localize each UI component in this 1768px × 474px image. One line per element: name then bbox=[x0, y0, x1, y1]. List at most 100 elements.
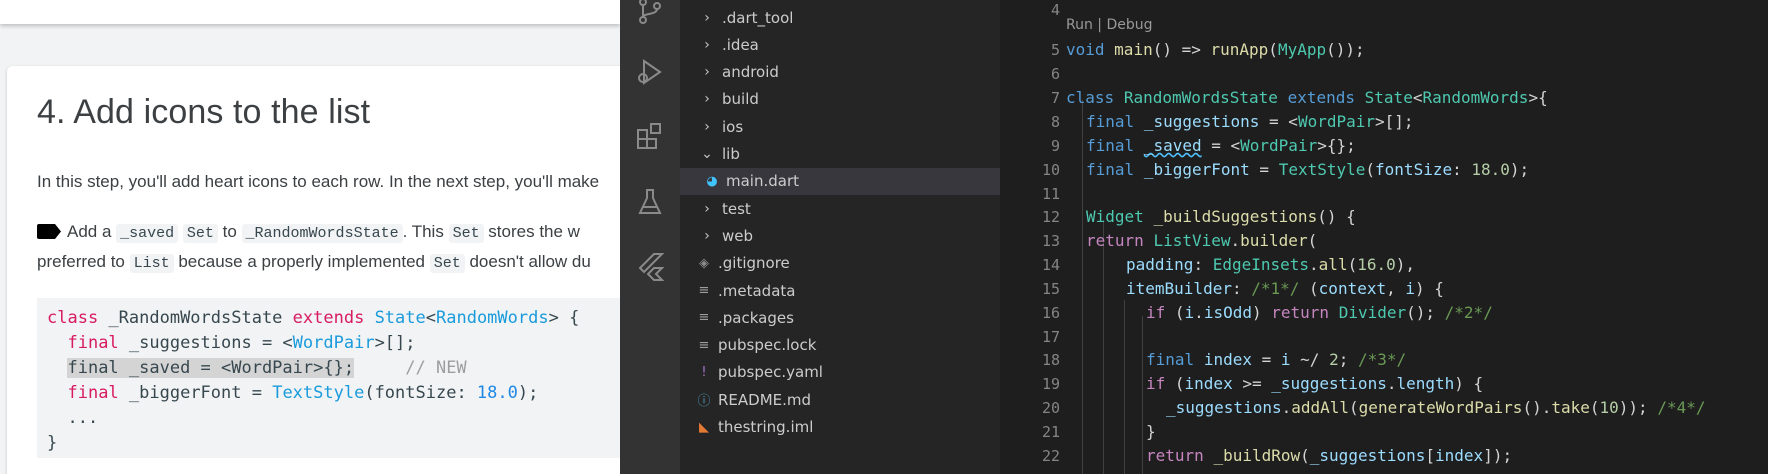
tree-item[interactable]: › .idea bbox=[680, 31, 1000, 58]
tree-item[interactable]: ≡ .packages bbox=[680, 304, 1000, 331]
instruction-paragraph: Add a _saved Set to _RandomWordsState. T… bbox=[37, 220, 580, 246]
source-control-icon[interactable] bbox=[634, 0, 666, 28]
tree-item-label: .dart_tool bbox=[722, 8, 794, 27]
tree-item-label: ios bbox=[722, 117, 744, 136]
chevron-right-icon: › bbox=[704, 36, 710, 53]
inline-code: Set bbox=[448, 224, 484, 243]
tree-item[interactable]: › ios bbox=[680, 113, 1000, 140]
tree-item-label: .metadata bbox=[718, 281, 796, 300]
code-line-19: if (index >= _suggestions.length) { bbox=[1146, 374, 1484, 393]
inline-code: Set bbox=[182, 224, 218, 243]
line-number: 21 bbox=[1041, 423, 1060, 441]
code-line: } bbox=[47, 433, 58, 453]
code-line-10: final _biggerFont = TextStyle(fontSize: … bbox=[1086, 160, 1530, 179]
tree-item[interactable]: ≡ pubspec.lock bbox=[680, 332, 1000, 359]
code-line-15: itemBuilder: /*1*/ (context, i) { bbox=[1126, 279, 1444, 298]
code-line-20: _suggestions.addAll(generateWordPairs().… bbox=[1166, 398, 1706, 417]
line-number: 12 bbox=[1041, 208, 1060, 226]
indent-guide bbox=[1082, 100, 1083, 474]
inline-code: Set bbox=[429, 254, 465, 273]
instruction-paragraph-continued: preferred to List because a properly imp… bbox=[37, 252, 591, 273]
tree-item[interactable]: ◈ .gitignore bbox=[680, 250, 1000, 277]
tree-item-label: .packages bbox=[718, 308, 794, 327]
text-file-icon: ≡ bbox=[698, 283, 710, 298]
line-number: 15 bbox=[1041, 280, 1060, 298]
line-number: 7 bbox=[1050, 89, 1060, 107]
code-line-14: padding: EdgeInsets.all(16.0), bbox=[1126, 255, 1416, 274]
indent-guide bbox=[1124, 300, 1125, 474]
git-file-icon: ◈ bbox=[699, 255, 709, 271]
flutter-icon[interactable] bbox=[634, 250, 666, 282]
code-snippet: class _RandomWordsState extends State<Ra… bbox=[37, 298, 620, 458]
line-number: 10 bbox=[1041, 161, 1060, 179]
code-line: class _RandomWordsState extends State<Ra… bbox=[47, 308, 580, 328]
run-debug-icon[interactable] bbox=[634, 56, 666, 88]
text-file-icon: ≡ bbox=[698, 337, 710, 353]
line-number: 8 bbox=[1050, 113, 1060, 131]
code-line-9: final _saved = <WordPair>{}; bbox=[1086, 136, 1356, 155]
tree-item-label: build bbox=[722, 90, 759, 109]
info-file-icon: ⓘ bbox=[697, 394, 711, 410]
code-line-22: return _buildRow(_suggestions[index]); bbox=[1146, 446, 1513, 465]
code-line-18: final index = i ~/ 2; /*3*/ bbox=[1146, 350, 1407, 369]
file-explorer: › .dart_tool › .idea › android › build › ios ⌄ lib ◕… bbox=[680, 0, 1000, 474]
activity-bar bbox=[620, 0, 680, 474]
tree-item[interactable]: › web bbox=[680, 222, 1000, 249]
codelens-run-debug[interactable]: Run | Debug bbox=[1066, 17, 1153, 33]
line-number: 20 bbox=[1041, 399, 1060, 417]
tree-item[interactable]: ⓘ README.md bbox=[680, 386, 1000, 413]
code-line-5: void main() => runApp(MyApp()); bbox=[1066, 40, 1365, 59]
tree-item[interactable]: ≡ .metadata bbox=[680, 277, 1000, 304]
tree-item[interactable]: ! pubspec.yaml bbox=[680, 359, 1000, 386]
highlighted-code: final _saved = <WordPair>{}; bbox=[67, 358, 355, 378]
line-number: 4 bbox=[1050, 1, 1060, 19]
tree-item[interactable]: ◣ thestring.iml bbox=[680, 414, 1000, 441]
inline-code: List bbox=[129, 254, 174, 273]
chevron-right-icon: › bbox=[704, 91, 710, 108]
line-number: 14 bbox=[1041, 256, 1060, 274]
inline-code: _saved bbox=[116, 224, 179, 243]
label-icon bbox=[37, 224, 61, 239]
tree-item[interactable]: › build bbox=[680, 86, 1000, 113]
tree-item-label: pubspec.lock bbox=[718, 336, 817, 355]
line-number: 6 bbox=[1050, 65, 1060, 83]
text-file-icon: ≡ bbox=[698, 310, 710, 326]
chevron-right-icon: › bbox=[704, 64, 710, 81]
extensions-icon[interactable] bbox=[634, 120, 666, 152]
code-line-7: class RandomWordsState extends State<Ran… bbox=[1066, 88, 1548, 107]
code-line-8: final _suggestions = <WordPair>[]; bbox=[1086, 112, 1414, 131]
code-editor[interactable]: 4 5 6 7 8 9 10 11 12 13 14 15 16 17 18 19 20 21 22 Run | D… bbox=[1000, 0, 1768, 474]
testing-icon[interactable] bbox=[634, 186, 666, 218]
tree-item-label: web bbox=[722, 226, 754, 245]
line-number: 11 bbox=[1041, 185, 1060, 203]
codelab-page: 4. Add icons to the list In this step, y… bbox=[0, 0, 620, 474]
line-number: 16 bbox=[1041, 304, 1060, 322]
vscode-window: › .dart_tool › .idea › android › build › ios ⌄ lib ◕… bbox=[620, 0, 1768, 474]
chevron-down-icon: ⌄ bbox=[701, 146, 713, 162]
line-number: 5 bbox=[1050, 41, 1060, 59]
tree-item[interactable]: › android bbox=[680, 59, 1000, 86]
tree-item[interactable]: › test bbox=[680, 195, 1000, 222]
chevron-right-icon: › bbox=[704, 118, 710, 135]
step-title: 4. Add icons to the list bbox=[37, 93, 371, 131]
lint-warning[interactable]: _saved bbox=[1144, 136, 1202, 155]
indent-guide bbox=[1142, 316, 1143, 474]
code-line-13: return ListView.builder( bbox=[1086, 231, 1318, 250]
chevron-right-icon: › bbox=[704, 200, 710, 217]
tree-item-label: thestring.iml bbox=[718, 418, 814, 436]
tree-item[interactable]: ◕ main.dart bbox=[680, 167, 1000, 195]
step-card: 4. Add icons to the list In this step, y… bbox=[7, 66, 620, 474]
code-line-16: if (i.isOdd) return Divider(); /*2*/ bbox=[1146, 303, 1493, 322]
code-line-12: Widget _buildSuggestions() { bbox=[1086, 207, 1356, 226]
code-line-21: } bbox=[1146, 422, 1156, 441]
inline-code: _RandomWordsState bbox=[241, 224, 403, 243]
code-line: final _biggerFont = TextStyle(fontSize: … bbox=[67, 383, 539, 403]
tree-item-label: main.dart bbox=[726, 172, 800, 191]
indent-guide bbox=[1103, 220, 1104, 474]
code-line-highlighted: final _saved = <WordPair>{}; // NEW bbox=[67, 358, 467, 378]
line-number: 13 bbox=[1041, 232, 1060, 250]
tree-item[interactable]: › .dart_tool bbox=[680, 4, 1000, 31]
tree-item-label: pubspec.yaml bbox=[718, 363, 823, 382]
code-line: ... bbox=[67, 408, 99, 428]
tree-item[interactable]: ⌄ lib bbox=[680, 141, 1000, 168]
